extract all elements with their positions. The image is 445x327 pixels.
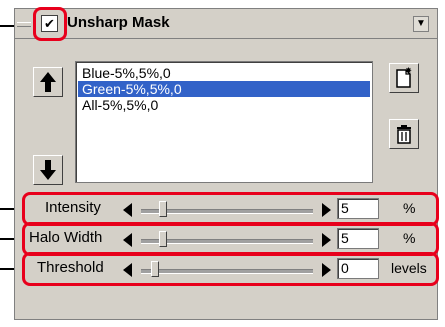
new-preset-button[interactable] xyxy=(389,63,419,93)
highlight-threshold-row xyxy=(22,252,439,286)
highlight-enable-checkbox xyxy=(33,7,67,41)
highlight-intensity-row xyxy=(22,192,439,226)
panel-menu-button[interactable]: ▼ xyxy=(413,16,429,32)
arrow-down-icon xyxy=(40,160,56,180)
drag-grip-icon[interactable] xyxy=(17,22,31,27)
new-document-icon xyxy=(396,67,412,88)
panel-title: Unsharp Mask xyxy=(67,14,170,31)
highlight-halo-width-row xyxy=(22,222,439,256)
preset-item[interactable]: Blue-5%,5%,0 xyxy=(78,65,370,81)
preset-item[interactable]: All-5%,5%,0 xyxy=(78,97,370,113)
trash-icon xyxy=(397,125,411,144)
move-up-button[interactable] xyxy=(33,67,63,97)
delete-preset-button[interactable] xyxy=(389,119,419,149)
arrow-up-icon xyxy=(40,72,56,92)
preset-list[interactable]: Blue-5%,5%,0 Green-5%,5%,0 All-5%,5%,0 xyxy=(75,61,373,183)
move-down-button[interactable] xyxy=(33,155,63,185)
panel-titlebar: ✔ Unsharp Mask ▼ xyxy=(15,9,437,39)
preset-item-selected[interactable]: Green-5%,5%,0 xyxy=(78,81,370,97)
